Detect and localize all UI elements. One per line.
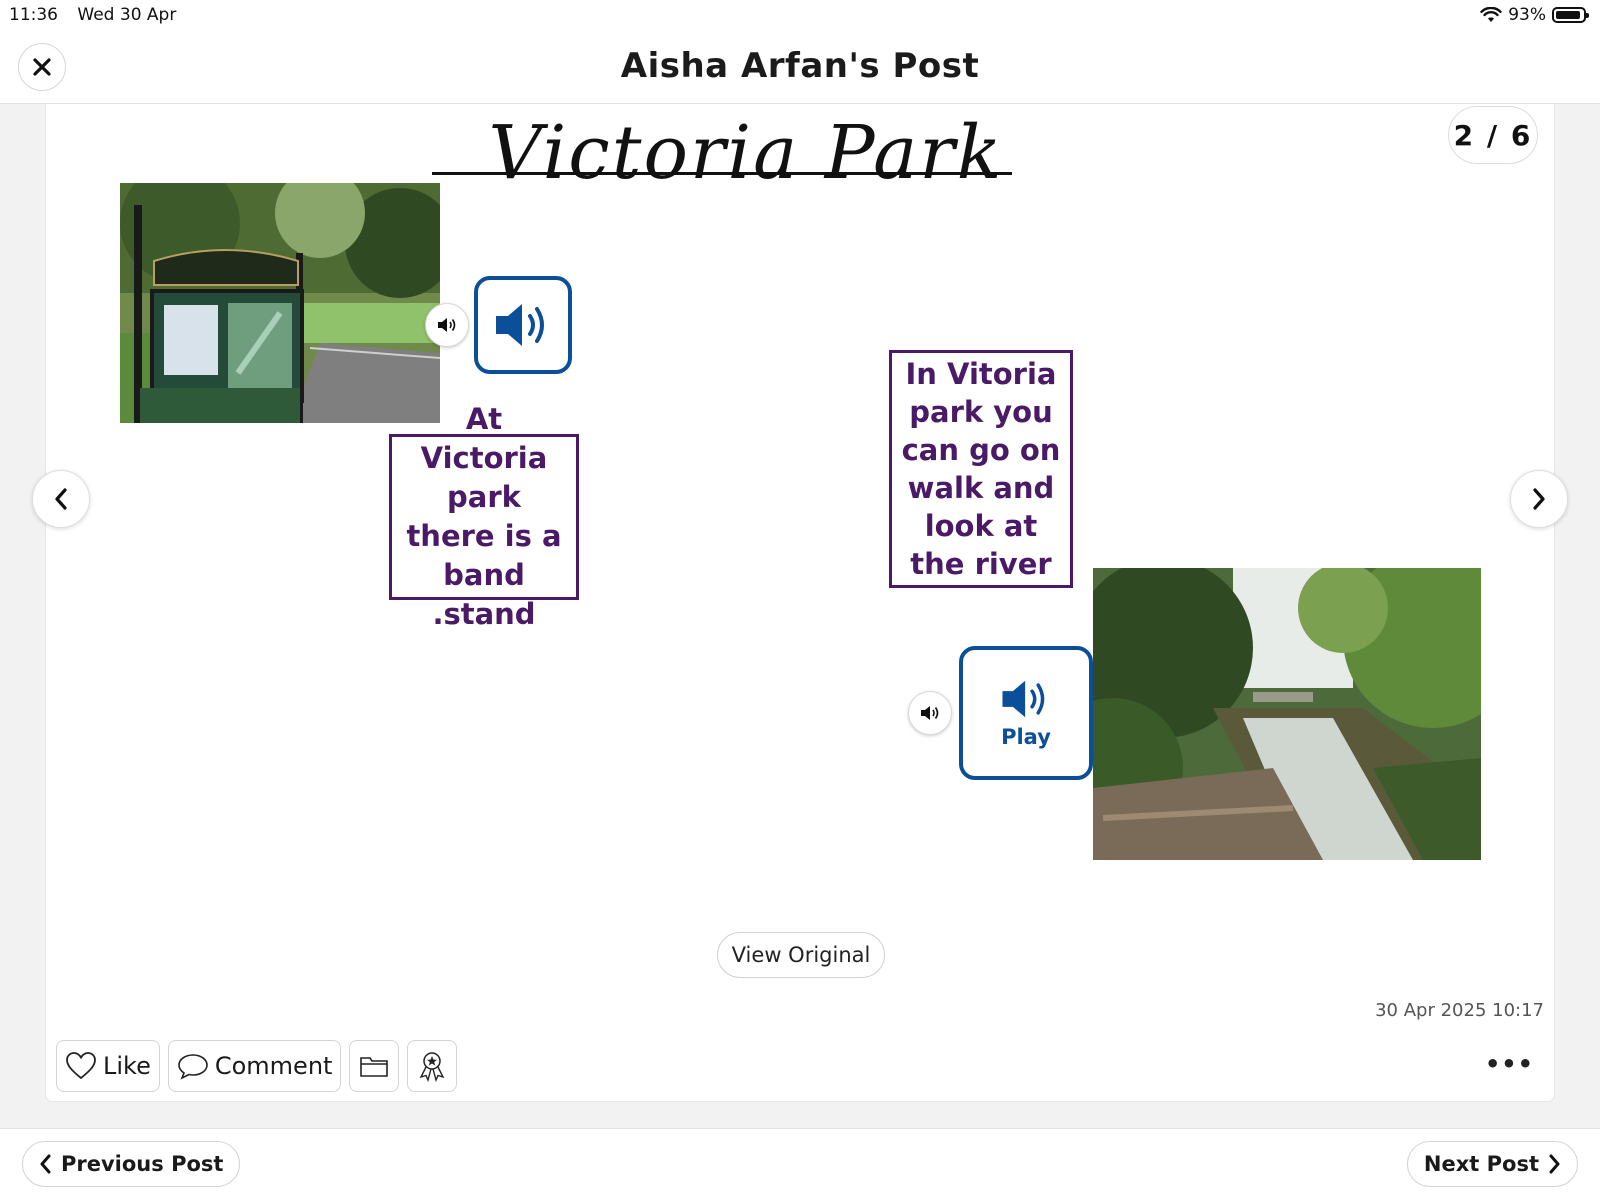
mini-audio-button[interactable] <box>908 691 952 735</box>
status-left: 11:36 Wed 30 Apr <box>9 5 190 25</box>
chevron-right-icon <box>1549 1154 1560 1174</box>
caption-band-stand: At Victoria park there is a band .stand <box>389 402 579 631</box>
status-time: 11:36 <box>9 5 58 25</box>
speaker-icon <box>438 318 456 332</box>
post-stage: Victoria Park 2 / 6 At Victoria park the… <box>0 104 1600 1128</box>
award-button[interactable] <box>407 1040 458 1092</box>
view-original-button[interactable]: View Original <box>717 932 885 978</box>
next-post-label: Next Post <box>1423 1152 1539 1176</box>
status-bar: 11:36 Wed 30 Apr 93% <box>0 0 1600 30</box>
award-icon <box>420 1052 445 1082</box>
previous-slide-button[interactable] <box>32 470 90 528</box>
like-label: Like <box>103 1052 151 1080</box>
battery-percent: 93% <box>1508 5 1546 25</box>
play-sound-button[interactable]: Play <box>959 646 1093 780</box>
next-post-button[interactable]: Next Post <box>1406 1141 1578 1187</box>
river-illustration <box>1093 568 1481 860</box>
river-photo[interactable] <box>1093 568 1481 860</box>
action-bar: Like Comment <box>56 1040 458 1092</box>
slide-title: Victoria Park <box>488 110 1004 196</box>
caption-river-walk: In Vitoria park you can go on walk and l… <box>889 350 1073 588</box>
chevron-left-icon <box>40 1154 51 1174</box>
status-right: 93% <box>1480 5 1589 25</box>
speaker-icon <box>921 706 939 720</box>
chevron-left-icon <box>55 488 67 510</box>
chevron-right-icon <box>1533 488 1545 510</box>
comment-bubble-icon <box>178 1054 208 1080</box>
folder-button[interactable] <box>349 1040 400 1092</box>
slide-title-underline <box>432 172 1012 175</box>
page-title: Aisha Arfan's Post <box>620 46 980 86</box>
battery-fill <box>1556 11 1581 19</box>
post-timestamp: 30 Apr 2025 10:17 <box>1375 1000 1544 1021</box>
wifi-icon <box>1480 7 1502 22</box>
like-button[interactable]: Like <box>56 1040 160 1092</box>
previous-post-button[interactable]: Previous Post <box>22 1141 241 1187</box>
post-header: Aisha Arfan's Post <box>0 30 1600 104</box>
battery-icon <box>1552 7 1589 23</box>
more-options-button[interactable]: ••• <box>1485 1050 1534 1078</box>
post-footer: Previous Post Next Post <box>0 1128 1600 1200</box>
speaker-icon <box>1002 680 1045 718</box>
post-card: Victoria Park 2 / 6 At Victoria park the… <box>32 104 1568 1102</box>
heart-icon <box>66 1052 96 1080</box>
park-sign-illustration <box>120 183 440 423</box>
comment-label: Comment <box>214 1052 333 1080</box>
park-sign-photo[interactable] <box>120 183 440 423</box>
speaker-icon <box>496 304 544 346</box>
mini-audio-button[interactable] <box>425 303 469 347</box>
comment-button[interactable]: Comment <box>167 1040 342 1092</box>
sound-button[interactable] <box>474 276 572 374</box>
play-label: Play <box>1001 725 1051 749</box>
status-date: Wed 30 Apr <box>77 5 177 25</box>
folder-icon <box>360 1057 389 1077</box>
next-slide-button[interactable] <box>1510 470 1568 528</box>
previous-post-label: Previous Post <box>61 1152 224 1176</box>
slide-counter: 2 / 6 <box>1448 106 1538 164</box>
